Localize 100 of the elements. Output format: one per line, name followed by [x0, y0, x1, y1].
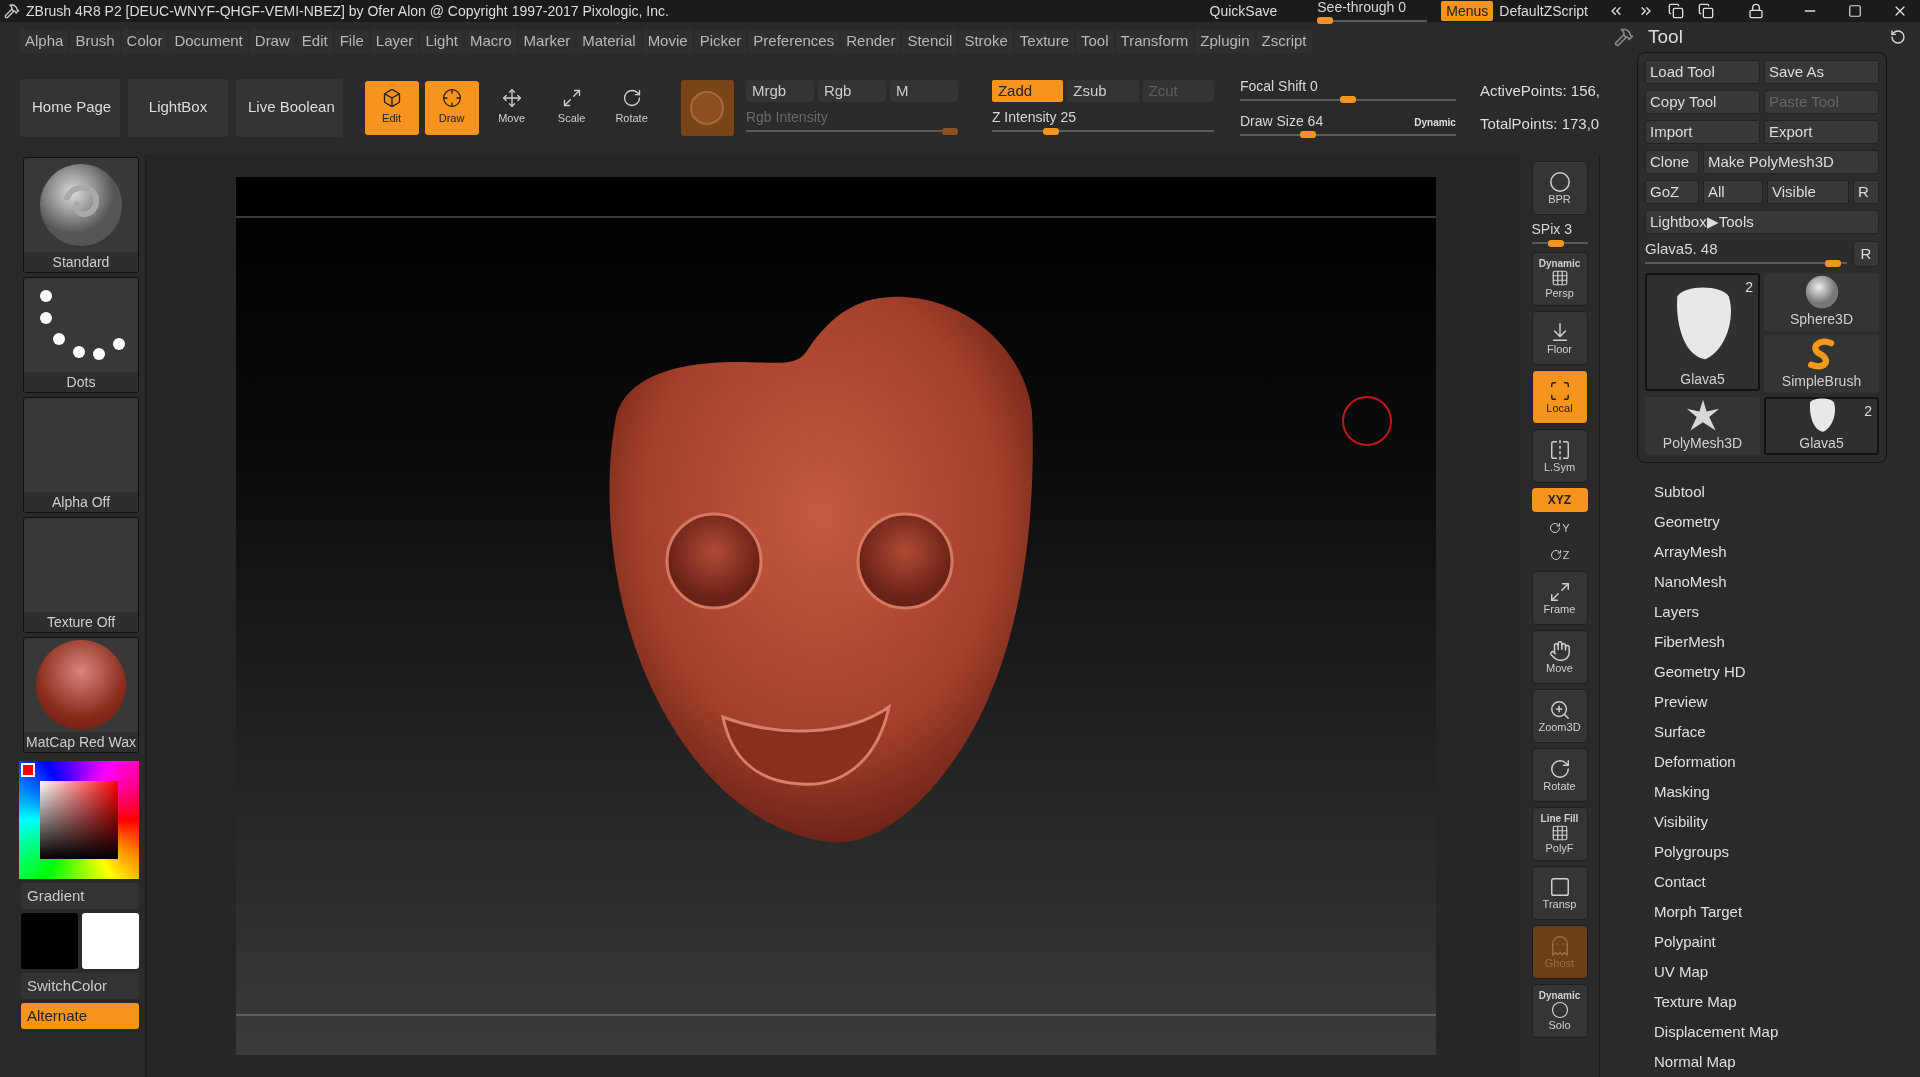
sculpt-mode-button[interactable]: Zadd	[991, 80, 1064, 102]
menu-item[interactable]: Brush	[70, 29, 120, 53]
menu-item[interactable]: File	[334, 29, 369, 53]
menu-item[interactable]: Stroke	[959, 29, 1013, 53]
menu-item[interactable]: Layer	[370, 29, 419, 53]
panel-section[interactable]: Contact	[1654, 867, 1920, 897]
panel-section[interactable]: Layers	[1654, 597, 1920, 627]
restore-icon[interactable]	[1848, 4, 1862, 18]
shelf-button[interactable]: BPR	[1531, 161, 1588, 215]
panel-section[interactable]: Deformation	[1654, 747, 1920, 777]
menu-item[interactable]: Marker	[518, 29, 576, 53]
panel-section[interactable]: Subtool	[1654, 477, 1920, 507]
document-canvas[interactable]	[236, 177, 1436, 1055]
panel-section[interactable]: Surface	[1654, 717, 1920, 747]
channel-button[interactable]: Mrgb	[745, 80, 814, 102]
color-marker[interactable]	[21, 763, 35, 777]
tool-action-button[interactable]: Import	[1645, 120, 1760, 144]
menu-item[interactable]: Transform	[1115, 29, 1194, 53]
gradient-button[interactable]: Gradient	[21, 883, 139, 909]
shelf-button[interactable]: Transp	[1531, 866, 1588, 920]
slider-thumb[interactable]	[1339, 96, 1356, 103]
tool-action-button[interactable]: Save As	[1764, 60, 1879, 84]
window-layout-icon[interactable]	[1698, 3, 1714, 19]
panel-section[interactable]: Visibility	[1654, 807, 1920, 837]
shelf-button[interactable]: Floor	[1531, 311, 1588, 365]
panel-section[interactable]: Preview	[1654, 687, 1920, 717]
menu-item[interactable]: Movie	[642, 29, 693, 53]
slider-track[interactable]	[745, 127, 958, 135]
channel-button[interactable]: Rgb	[817, 80, 886, 102]
panel-section[interactable]: Masking	[1654, 777, 1920, 807]
menu-item[interactable]: Color	[121, 29, 168, 53]
menu-item[interactable]: Preferences	[748, 29, 840, 53]
menu-item[interactable]: Macro	[464, 29, 517, 53]
nav-button[interactable]: LightBox	[128, 78, 228, 137]
mode-button[interactable]: Rotate	[604, 80, 659, 135]
slider-thumb[interactable]	[1317, 17, 1334, 24]
tool-action-button[interactable]: Export	[1764, 120, 1879, 144]
shelf-button[interactable]: Dynamic Solo	[1531, 984, 1588, 1038]
switch-color-button[interactable]: SwitchColor	[21, 973, 139, 999]
shelf-button[interactable]: Move	[1531, 630, 1588, 684]
reset-button[interactable]: R	[1853, 241, 1879, 267]
shelf-thumbnail[interactable]: Texture Off	[23, 517, 139, 633]
tool-thumbnail[interactable]: PolyMesh3D	[1645, 397, 1760, 455]
shelf-button[interactable]: Zoom3D	[1531, 689, 1588, 743]
channel-button[interactable]: M	[889, 80, 958, 102]
sculpted-face-mesh-drawing[interactable]	[609, 296, 1033, 843]
color-swatch[interactable]	[21, 913, 78, 969]
menu-item[interactable]: Stencil	[902, 29, 958, 53]
tool-thumbnail[interactable]: Sphere3D	[1764, 273, 1879, 331]
menu-item[interactable]: Texture	[1014, 29, 1074, 53]
panel-section[interactable]: Displacement Map	[1654, 1017, 1920, 1047]
alternate-toggle[interactable]: Alternate	[21, 1003, 139, 1029]
tool-action-button[interactable]: R	[1853, 180, 1879, 204]
panel-section[interactable]: Morph Target	[1654, 897, 1920, 927]
menu-item[interactable]: Zscript	[1256, 29, 1312, 53]
panel-section[interactable]: Polypaint	[1654, 927, 1920, 957]
shelf-button[interactable]: Local	[1531, 370, 1588, 424]
sculpt-mode-button[interactable]: Zsub	[1067, 80, 1139, 102]
tool-action-button[interactable]: All	[1703, 180, 1763, 204]
shelf-button[interactable]: Line Fill PolyF	[1531, 807, 1588, 861]
menu-item[interactable]: Render	[841, 29, 901, 53]
mode-button[interactable]: Draw	[424, 80, 479, 135]
tool-action-button[interactable]: Make PolyMesh3D	[1703, 150, 1879, 174]
quicksave-button[interactable]: QuickSave	[1209, 0, 1278, 22]
tool-action-button[interactable]: Visible	[1767, 180, 1849, 204]
shelf-thumbnail[interactable]: Dots	[23, 277, 139, 393]
menu-item[interactable]: Material	[577, 29, 641, 53]
menu-item[interactable]: Document	[169, 29, 248, 53]
tool-action-button[interactable]: Lightbox▶Tools	[1645, 210, 1879, 234]
shelf-button[interactable]: L.Sym	[1531, 429, 1588, 483]
menus-toggle[interactable]: Menus	[1441, 1, 1494, 21]
menu-item[interactable]: Picker	[694, 29, 747, 53]
slider-thumb[interactable]	[1043, 127, 1060, 135]
zscript-button[interactable]: DefaultZScript	[1499, 0, 1588, 22]
tool-action-button[interactable]: Copy Tool	[1645, 90, 1760, 114]
mode-button[interactable]: Scale	[544, 80, 599, 135]
tool-thumbnail[interactable]: SimpleBrush	[1764, 335, 1879, 393]
shelf-button[interactable]: Dynamic Persp	[1531, 252, 1588, 306]
tool-thumbnail[interactable]: 2 Glava5	[1645, 273, 1760, 391]
panel-section[interactable]: Polygroups	[1654, 837, 1920, 867]
color-picker[interactable]	[19, 761, 139, 879]
lock-icon[interactable]	[1748, 3, 1764, 19]
panel-section[interactable]: Normal Map	[1654, 1047, 1920, 1077]
nav-button[interactable]: Live Boolean	[236, 78, 343, 137]
mode-button[interactable]: Edit	[364, 80, 419, 135]
window-layout-icon[interactable]	[1668, 3, 1684, 19]
panel-section[interactable]: Texture Map	[1654, 987, 1920, 1017]
shelf-button[interactable]: Frame	[1531, 571, 1588, 625]
shelf-thumbnail[interactable]: Alpha Off	[23, 397, 139, 513]
reset-icon[interactable]	[1890, 29, 1906, 45]
panel-section[interactable]: Geometry	[1654, 507, 1920, 537]
tool-action-button[interactable]: GoZ	[1645, 180, 1699, 204]
panel-section[interactable]: Geometry HD	[1654, 657, 1920, 687]
panel-section[interactable]: UV Map	[1654, 957, 1920, 987]
slider-thumb[interactable]	[1299, 131, 1316, 138]
shelf-button[interactable]: Rotate	[1531, 748, 1588, 802]
menu-item[interactable]: Draw	[249, 29, 295, 53]
menu-item[interactable]: Tool	[1076, 29, 1114, 53]
xyz-rotation-button[interactable]: XYZ	[1531, 488, 1588, 512]
menu-item[interactable]: Alpha	[20, 29, 69, 53]
